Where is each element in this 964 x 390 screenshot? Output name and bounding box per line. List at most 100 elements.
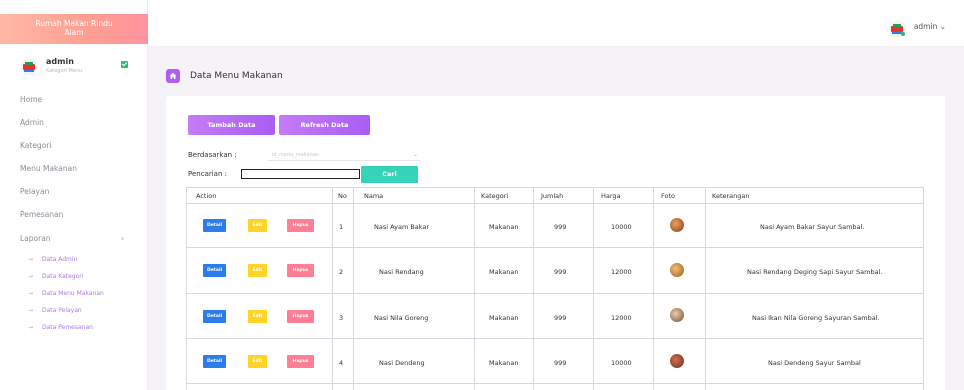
table-border bbox=[474, 187, 475, 390]
chevron-left-icon[interactable]: ‹ bbox=[121, 234, 124, 243]
column-header-harga: Harga bbox=[601, 192, 621, 200]
sidebar-subitem-label: Data Menu Makanan bbox=[42, 290, 104, 297]
table-border bbox=[332, 187, 333, 390]
table-border bbox=[186, 383, 924, 384]
detail-button[interactable]: Detail bbox=[203, 310, 226, 323]
cell-jumlah: 999 bbox=[554, 359, 567, 367]
arrow-right-icon: → bbox=[28, 307, 34, 314]
add-data-button[interactable]: Tambah Data bbox=[188, 115, 275, 135]
cell-keterangan: Nasi Ayam Bakar Sayur Sambal. bbox=[760, 223, 865, 231]
column-header-kategori: Kategori bbox=[481, 192, 509, 200]
edit-button[interactable]: Edit bbox=[248, 264, 267, 277]
edit-button[interactable]: Edit bbox=[248, 355, 267, 368]
sidebar-item-pelayan[interactable]: Pelayan bbox=[20, 187, 49, 196]
sidebar-item-laporan[interactable]: Laporan bbox=[20, 234, 51, 243]
search-label: Pencarian : bbox=[188, 170, 227, 178]
sidebar-user-box: admin Kategori Menu bbox=[20, 55, 132, 79]
table-border bbox=[653, 187, 654, 390]
cell-kategori: Makanan bbox=[489, 314, 519, 322]
cell-no: 2 bbox=[339, 268, 344, 276]
food-photo bbox=[670, 218, 684, 232]
column-header-action: Action bbox=[196, 192, 217, 200]
table-border bbox=[593, 187, 594, 390]
sidebar-subitem-data-menu-makanan[interactable]: → Data Menu Makanan bbox=[28, 290, 104, 297]
column-header-foto: Foto bbox=[661, 192, 676, 200]
edit-button[interactable]: Edit bbox=[248, 310, 267, 323]
sidebar-subitem-data-kategori[interactable]: → Data Kategori bbox=[28, 273, 83, 280]
cell-kategori: Makanan bbox=[489, 359, 519, 367]
brand-line-1: Rumah Makan Rindu bbox=[35, 19, 113, 28]
cell-nama: Nasi Nila Goreng bbox=[374, 314, 429, 322]
sidebar-subitem-label: Data Kategori bbox=[42, 273, 84, 280]
cell-keterangan: Nasi Ikan Nila Goreng Sayuran Sambal. bbox=[752, 314, 880, 322]
table-border bbox=[186, 187, 924, 188]
cell-jumlah: 999 bbox=[554, 223, 567, 231]
detail-button[interactable]: Detail bbox=[203, 264, 226, 277]
cell-nama: Nasi Dendeng bbox=[379, 359, 425, 367]
filter-by-select[interactable]: id_menu_makanan ⌄ bbox=[268, 149, 420, 161]
delete-button[interactable]: Hapus bbox=[287, 219, 314, 232]
sidebar-subitem-data-pemesanan[interactable]: → Data Pemesanan bbox=[28, 324, 93, 331]
delete-button[interactable]: Hapus bbox=[287, 264, 314, 277]
sidebar-subitem-label: Data Pemesanan bbox=[42, 324, 93, 331]
sidebar-item-pemesanan[interactable]: Pemesanan bbox=[20, 210, 63, 219]
sidebar-item-menu-makanan[interactable]: Menu Makanan bbox=[20, 164, 77, 173]
online-check-icon bbox=[121, 61, 128, 68]
avatar bbox=[20, 58, 38, 76]
cell-kategori: Makanan bbox=[489, 223, 519, 231]
main-content: Data Menu Makanan Tambah Data Refresh Da… bbox=[148, 47, 964, 390]
cell-no: 4 bbox=[339, 359, 344, 367]
cell-jumlah: 999 bbox=[554, 314, 567, 322]
arrow-right-icon: → bbox=[28, 324, 34, 331]
cell-keterangan: Nasi Dendeng Sayur Sambal bbox=[768, 359, 861, 367]
filter-by-value: id_menu_makanan bbox=[272, 152, 320, 158]
column-header-nama: Nama bbox=[364, 192, 384, 200]
cell-keterangan: Nasi Rendang Deging Sapi Sayur Sambal. bbox=[747, 268, 883, 276]
detail-button[interactable]: Detail bbox=[203, 355, 226, 368]
brand-banner[interactable]: Rumah Makan Rindu Alam bbox=[0, 14, 148, 44]
cell-harga: 12000 bbox=[611, 268, 632, 276]
cell-harga: 10000 bbox=[611, 359, 632, 367]
food-photo bbox=[670, 308, 684, 322]
brand-line-2: Alam bbox=[64, 28, 84, 37]
cell-kategori: Makanan bbox=[489, 268, 519, 276]
sidebar-item-admin[interactable]: Admin bbox=[20, 118, 44, 127]
cell-jumlah: 999 bbox=[554, 268, 567, 276]
sidebar: Rumah Makan Rindu Alam admin Kategori Me… bbox=[0, 0, 148, 390]
sidebar-item-kategori[interactable]: Kategori bbox=[20, 141, 51, 150]
delete-button[interactable]: Hapus bbox=[287, 355, 314, 368]
refresh-data-button[interactable]: Refresh Data bbox=[279, 115, 370, 135]
column-header-jumlah: Jumlah bbox=[541, 192, 564, 200]
avatar[interactable] bbox=[888, 20, 906, 38]
cell-no: 3 bbox=[339, 314, 344, 322]
column-header-no: No bbox=[338, 192, 347, 200]
table-border bbox=[186, 338, 924, 339]
topbar: admin ⌄ bbox=[148, 14, 964, 47]
table-border bbox=[353, 187, 354, 390]
user-menu-dropdown[interactable]: admin ⌄ bbox=[914, 22, 946, 31]
arrow-right-icon: → bbox=[28, 290, 34, 297]
cell-nama: Nasi Rendang bbox=[379, 268, 424, 276]
table-border bbox=[186, 247, 924, 248]
cell-nama: Nasi Ayam Bakar bbox=[374, 223, 430, 231]
sidebar-subitem-label: Data Pelayan bbox=[42, 307, 82, 314]
search-input[interactable] bbox=[241, 169, 360, 179]
sidebar-item-home[interactable]: Home bbox=[20, 95, 42, 104]
home-icon bbox=[166, 69, 180, 83]
data-card: Tambah Data Refresh Data Berdasarkan : i… bbox=[166, 96, 945, 390]
detail-button[interactable]: Detail bbox=[203, 219, 226, 232]
food-photo bbox=[670, 263, 684, 277]
arrow-right-icon: → bbox=[28, 256, 34, 263]
search-button[interactable]: Cari bbox=[361, 166, 418, 183]
edit-button[interactable]: Edit bbox=[248, 219, 267, 232]
sidebar-subitem-data-pelayan[interactable]: → Data Pelayan bbox=[28, 307, 82, 314]
sidebar-user-name: admin bbox=[46, 57, 74, 66]
sidebar-subitem-label: Data Admin bbox=[42, 256, 78, 263]
delete-button[interactable]: Hapus bbox=[287, 310, 314, 323]
table-border bbox=[186, 187, 187, 390]
page-title: Data Menu Makanan bbox=[190, 71, 283, 81]
sidebar-subitem-data-admin[interactable]: → Data Admin bbox=[28, 256, 77, 263]
sidebar-user-role: Kategori Menu bbox=[46, 68, 83, 74]
table-border bbox=[923, 187, 924, 390]
arrow-right-icon: → bbox=[28, 273, 34, 280]
